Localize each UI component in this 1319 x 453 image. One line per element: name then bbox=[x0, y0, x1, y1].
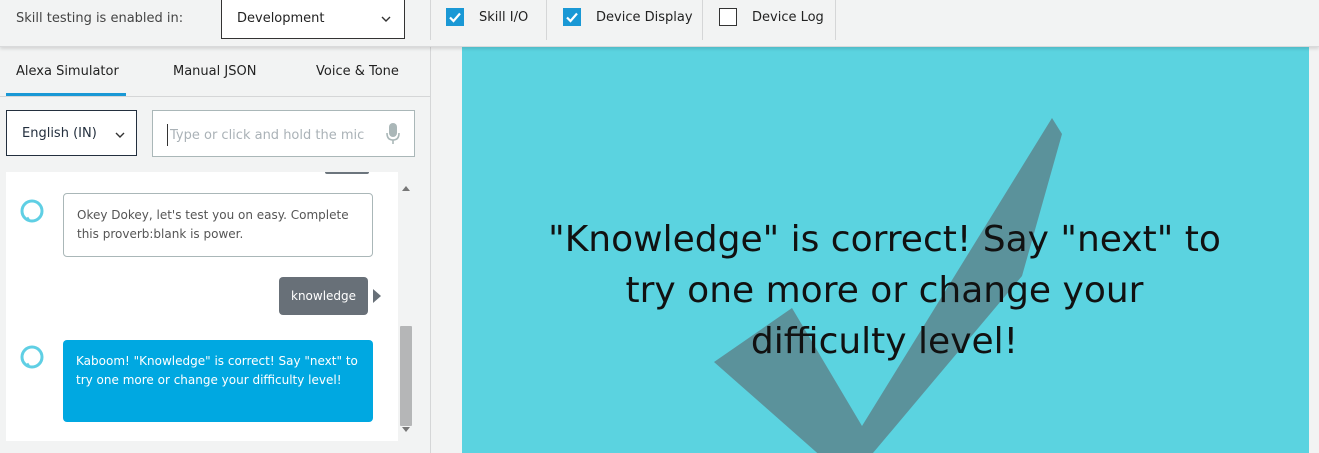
tab-alexa-simulator[interactable]: Alexa Simulator bbox=[16, 64, 119, 79]
user-bubble-tail bbox=[373, 289, 381, 303]
device-display-message: "Knowledge" is correct! Say "next" to tr… bbox=[548, 219, 1221, 362]
device-display-panel: "Knowledge" is correct! Say "next" to tr… bbox=[431, 46, 1319, 453]
utterance-field bbox=[152, 110, 415, 157]
scroll-up-arrow-icon[interactable] bbox=[402, 176, 410, 195]
conversation-log: Okey Dokey, let's test you on easy. Comp… bbox=[6, 172, 398, 441]
tab-voice-tone[interactable]: Voice & Tone bbox=[316, 64, 399, 79]
conversation-scrollbar[interactable] bbox=[398, 172, 415, 441]
user-message-text: knowledge bbox=[291, 289, 357, 303]
toolbar-divider bbox=[546, 0, 547, 40]
alexa-avatar-icon bbox=[19, 198, 45, 224]
toolbar-divider bbox=[702, 0, 703, 40]
device-display-screen: "Knowledge" is correct! Say "next" to tr… bbox=[462, 46, 1309, 453]
active-tab-indicator bbox=[6, 93, 126, 96]
alexa-message-latest: Kaboom! "Knowledge" is correct! Say "nex… bbox=[63, 340, 373, 422]
toolbar-divider bbox=[835, 0, 836, 40]
simulator-tabs: Alexa Simulator Manual JSON Voice & Tone bbox=[0, 46, 430, 97]
simulator-panel: Alexa Simulator Manual JSON Voice & Tone… bbox=[0, 46, 431, 453]
skill-io-label: Skill I/O bbox=[479, 10, 529, 25]
device-log-label: Device Log bbox=[752, 10, 824, 25]
checkbox-checked-icon bbox=[446, 8, 464, 26]
alexa-message-text: Kaboom! "Knowledge" is correct! Say "nex… bbox=[76, 354, 358, 387]
chevron-down-icon bbox=[114, 126, 126, 145]
environment-select[interactable]: Development bbox=[221, 0, 405, 39]
user-message: knowledge bbox=[279, 277, 369, 315]
previous-message-edge bbox=[325, 172, 369, 174]
skill-testing-toolbar: Skill testing is enabled in: Development… bbox=[0, 0, 1319, 47]
checkbox-unchecked-icon bbox=[719, 8, 737, 26]
alexa-avatar-icon bbox=[19, 344, 45, 370]
device-display-label: Device Display bbox=[596, 10, 693, 25]
microphone-icon[interactable] bbox=[386, 123, 400, 149]
checkbox-checked-icon bbox=[563, 8, 581, 26]
environment-value: Development bbox=[237, 11, 325, 26]
alexa-message-text: Okey Dokey, let's test you on easy. Comp… bbox=[77, 208, 349, 241]
alexa-message: Okey Dokey, let's test you on easy. Comp… bbox=[63, 193, 373, 257]
scroll-down-arrow-icon[interactable] bbox=[402, 418, 410, 437]
chevron-down-icon bbox=[380, 10, 392, 29]
tab-manual-json[interactable]: Manual JSON bbox=[173, 64, 256, 79]
utterance-input[interactable] bbox=[167, 124, 372, 146]
locale-select[interactable]: English (IN) bbox=[6, 110, 137, 156]
scrollbar-thumb[interactable] bbox=[400, 326, 412, 426]
locale-value: English (IN) bbox=[22, 126, 97, 141]
toolbar-divider bbox=[430, 0, 431, 40]
testing-enabled-label: Skill testing is enabled in: bbox=[16, 11, 184, 26]
